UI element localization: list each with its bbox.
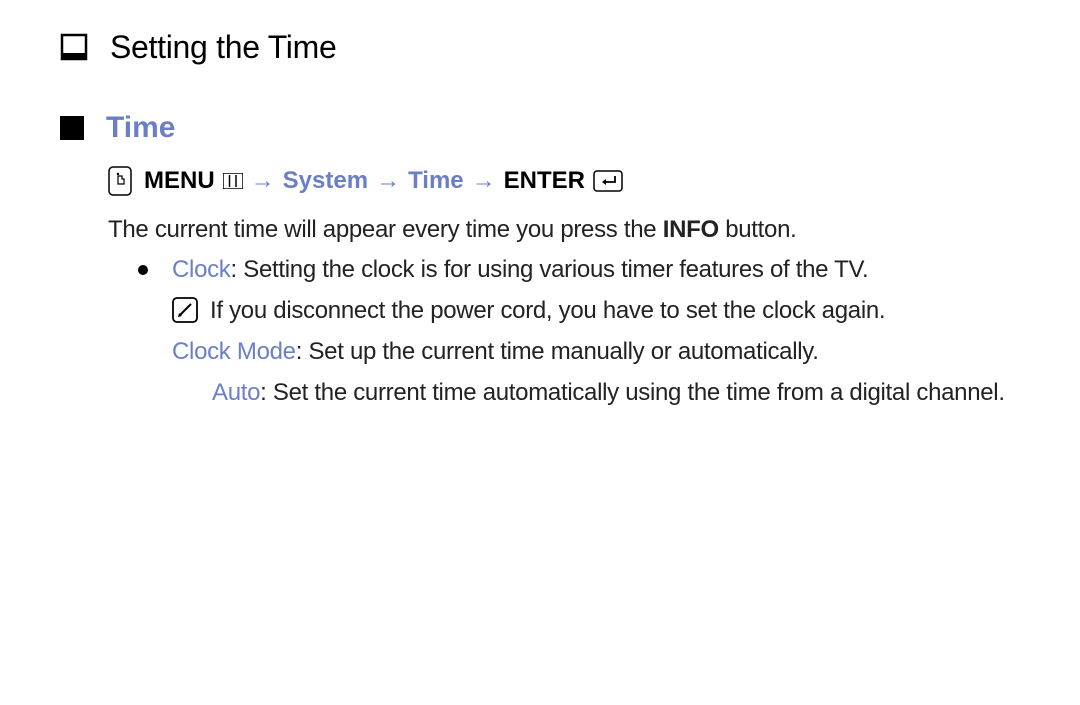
menu-path: MENU → System → Time → ENTER (108, 164, 1040, 199)
nav-time: Time (408, 164, 464, 199)
touch-icon (108, 166, 132, 196)
auto-line: Auto: Set the current time automatically… (212, 376, 1040, 411)
bullet-icon (138, 265, 148, 275)
intro-text: The current time will appear every time … (108, 213, 1040, 248)
menu-bars-icon (223, 173, 243, 189)
section-row: Time (60, 106, 1040, 150)
clock-mode-line: Clock Mode: Set up the current time manu… (172, 335, 1040, 370)
clock-desc: : Setting the clock is for using various… (231, 256, 869, 283)
intro-bold: INFO (663, 216, 719, 243)
arrow-icon: → (249, 164, 277, 199)
note-row: If you disconnect the power cord, you ha… (172, 294, 1040, 329)
arrow-icon: → (470, 164, 498, 199)
clock-line: Clock: Setting the clock is for using va… (172, 253, 1040, 288)
notebook-icon (60, 33, 88, 61)
pencil-note-icon (172, 297, 198, 323)
page-title-row: Setting the Time (60, 24, 1040, 70)
clock-mode-label: Clock Mode (172, 338, 296, 365)
section-title: Time (106, 106, 175, 150)
clock-label: Clock (172, 256, 231, 283)
menu-label: MENU (144, 164, 215, 199)
clock-content: Clock: Setting the clock is for using va… (172, 253, 1040, 410)
clock-bullet-row: Clock: Setting the clock is for using va… (138, 253, 1040, 410)
page-title: Setting the Time (110, 24, 336, 70)
arrow-icon: → (374, 164, 402, 199)
square-bullet-icon (60, 116, 84, 140)
intro-pre: The current time will appear every time … (108, 216, 663, 243)
auto-label: Auto (212, 379, 260, 406)
enter-icon (593, 170, 623, 192)
nav-system: System (283, 164, 368, 199)
intro-post: button. (719, 216, 797, 243)
clock-mode-desc: : Set up the current time manually or au… (296, 338, 819, 365)
note-text: If you disconnect the power cord, you ha… (210, 294, 885, 329)
enter-label: ENTER (504, 164, 585, 199)
auto-desc: : Set the current time automatically usi… (260, 379, 1005, 406)
